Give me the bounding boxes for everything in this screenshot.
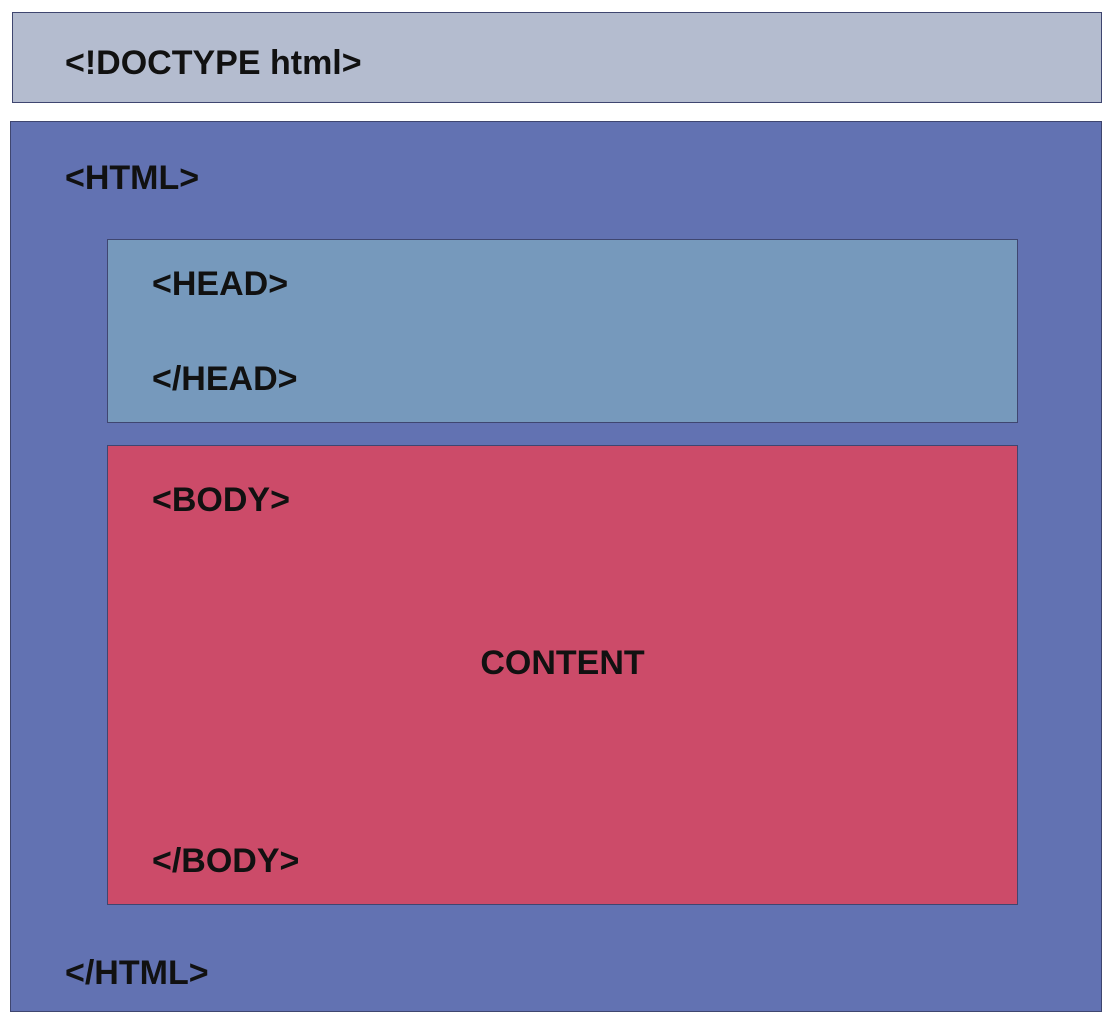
body-block: <BODY> CONTENT </BODY> — [107, 445, 1018, 905]
body-open-tag: <BODY> — [152, 481, 290, 519]
head-block: <HEAD> </HEAD> — [107, 239, 1018, 423]
content-label: CONTENT — [480, 644, 645, 682]
doctype-label: <!DOCTYPE html> — [65, 44, 362, 82]
html-block: <HTML> <HEAD> </HEAD> <BODY> CONTENT </B… — [10, 121, 1102, 1012]
head-open-tag: <HEAD> — [152, 265, 289, 303]
html-open-tag: <HTML> — [65, 159, 200, 197]
body-close-tag: </BODY> — [152, 842, 300, 880]
doctype-block: <!DOCTYPE html> — [12, 12, 1102, 103]
html-close-tag: </HTML> — [65, 954, 209, 992]
head-close-tag: </HEAD> — [152, 360, 298, 398]
